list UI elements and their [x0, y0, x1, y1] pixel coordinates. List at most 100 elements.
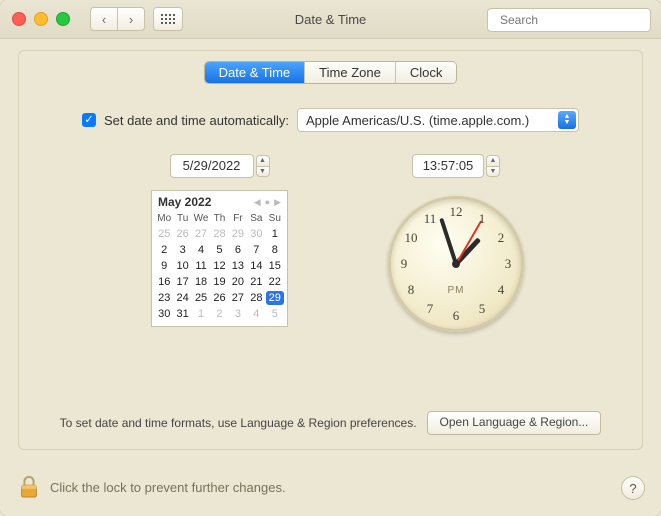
calendar-next-icon[interactable]: ▶	[274, 197, 281, 208]
calendar-day[interactable]: 21	[247, 274, 265, 290]
clock-numeral: 3	[505, 256, 512, 272]
calendar-day[interactable]: 1	[192, 306, 210, 322]
calendar-today-icon[interactable]: ●	[265, 197, 270, 207]
calendar-day-header: Tu	[173, 211, 191, 226]
analog-clock: PM 121234567891011	[388, 196, 524, 332]
calendar[interactable]: May 2022 ◀ ● ▶ MoTuWeThFrSaSu25262728293…	[151, 190, 288, 327]
ntp-server-value: Apple Americas/U.S. (time.apple.com.)	[306, 113, 529, 128]
calendar-day[interactable]: 10	[173, 258, 191, 274]
open-language-region-button[interactable]: Open Language & Region...	[427, 411, 602, 435]
calendar-day[interactable]: 31	[173, 306, 191, 322]
calendar-day[interactable]: 28	[247, 290, 265, 306]
stepper-down-icon[interactable]: ▼	[486, 167, 500, 178]
tab-time-zone[interactable]: Time Zone	[305, 62, 396, 83]
clock-period: PM	[448, 285, 465, 296]
calendar-day-header: Th	[210, 211, 228, 226]
tab-clock[interactable]: Clock	[396, 62, 457, 83]
minimize-icon[interactable]	[34, 12, 48, 26]
calendar-day[interactable]: 6	[229, 242, 247, 258]
ntp-server-dropdown[interactable]: Apple Americas/U.S. (time.apple.com.) ▲▼	[297, 108, 579, 132]
calendar-day-header: Su	[266, 211, 284, 226]
stepper-up-icon[interactable]: ▲	[486, 155, 500, 167]
calendar-day[interactable]: 12	[210, 258, 228, 274]
calendar-day[interactable]: 30	[247, 226, 265, 242]
auto-label: Set date and time automatically:	[104, 113, 289, 128]
stepper-down-icon[interactable]: ▼	[256, 167, 270, 178]
time-stepper: 13:57:05 ▲ ▼	[412, 154, 500, 178]
calendar-day[interactable]: 8	[266, 242, 284, 258]
calendar-day[interactable]: 9	[155, 258, 173, 274]
calendar-day[interactable]: 27	[229, 290, 247, 306]
window-controls	[12, 12, 70, 26]
back-button[interactable]: ‹	[90, 7, 118, 31]
calendar-day[interactable]: 26	[173, 226, 191, 242]
date-stepper-buttons[interactable]: ▲ ▼	[256, 155, 270, 177]
chevron-left-icon: ‹	[102, 12, 106, 27]
grid-icon	[161, 14, 175, 24]
clock-numeral: 11	[424, 211, 437, 227]
calendar-day[interactable]: 2	[155, 242, 173, 258]
time-field[interactable]: 13:57:05	[412, 154, 484, 178]
show-all-button[interactable]	[153, 7, 183, 31]
calendar-day[interactable]: 20	[229, 274, 247, 290]
zoom-icon[interactable]	[56, 12, 70, 26]
tab-date-time[interactable]: Date & Time	[205, 62, 306, 83]
clock-numeral: 1	[479, 211, 486, 227]
calendar-day-header: We	[192, 211, 210, 226]
forward-button[interactable]: ›	[118, 7, 145, 31]
calendar-day[interactable]: 29	[266, 290, 284, 306]
calendar-day[interactable]: 17	[173, 274, 191, 290]
calendar-day[interactable]: 3	[229, 306, 247, 322]
clock-numeral: 6	[453, 308, 460, 324]
nav-buttons: ‹ ›	[90, 7, 145, 31]
clock-numeral: 2	[498, 230, 505, 246]
footer-row: To set date and time formats, use Langua…	[19, 411, 642, 435]
calendar-day[interactable]: 13	[229, 258, 247, 274]
clock-numeral: 4	[498, 282, 505, 298]
calendar-day[interactable]: 5	[210, 242, 228, 258]
calendar-day[interactable]: 23	[155, 290, 173, 306]
clock-numeral: 7	[427, 301, 434, 317]
stepper-up-icon[interactable]: ▲	[256, 155, 270, 167]
calendar-day[interactable]: 19	[210, 274, 228, 290]
date-field[interactable]: 5/29/2022	[170, 154, 254, 178]
calendar-day[interactable]: 18	[192, 274, 210, 290]
calendar-day[interactable]: 14	[247, 258, 265, 274]
help-button[interactable]: ?	[621, 476, 645, 500]
time-stepper-buttons[interactable]: ▲ ▼	[486, 155, 500, 177]
calendar-day[interactable]: 29	[229, 226, 247, 242]
calendar-day[interactable]: 2	[210, 306, 228, 322]
calendar-prev-icon[interactable]: ◀	[254, 197, 261, 208]
auto-checkbox[interactable]: ✓	[82, 113, 96, 127]
footer-hint: To set date and time formats, use Langua…	[60, 416, 417, 430]
main-panel: Date & Time Time Zone Clock ✓ Set date a…	[18, 50, 643, 450]
calendar-day[interactable]: 11	[192, 258, 210, 274]
check-icon: ✓	[84, 115, 93, 126]
calendar-day[interactable]: 28	[210, 226, 228, 242]
clock-numeral: 8	[408, 282, 415, 298]
clock-numeral: 10	[404, 230, 417, 246]
calendar-day[interactable]: 5	[266, 306, 284, 322]
clock-numeral: 12	[450, 204, 463, 220]
calendar-day[interactable]: 3	[173, 242, 191, 258]
close-icon[interactable]	[12, 12, 26, 26]
calendar-day[interactable]: 25	[192, 290, 210, 306]
calendar-day[interactable]: 22	[266, 274, 284, 290]
calendar-day[interactable]: 24	[173, 290, 191, 306]
calendar-day[interactable]: 7	[247, 242, 265, 258]
calendar-day[interactable]: 4	[192, 242, 210, 258]
calendar-day[interactable]: 16	[155, 274, 173, 290]
search-input[interactable]	[498, 12, 657, 28]
preferences-window: ‹ › Date & Time Date & Time Time Zone Cl…	[0, 0, 661, 516]
calendar-day[interactable]: 15	[266, 258, 284, 274]
calendar-day[interactable]: 27	[192, 226, 210, 242]
calendar-day-header: Sa	[247, 211, 265, 226]
calendar-day[interactable]: 30	[155, 306, 173, 322]
calendar-day[interactable]: 1	[266, 226, 284, 242]
calendar-day[interactable]: 4	[247, 306, 265, 322]
calendar-day[interactable]: 26	[210, 290, 228, 306]
calendar-day[interactable]: 25	[155, 226, 173, 242]
search-field[interactable]	[487, 8, 651, 32]
lock-icon[interactable]	[18, 474, 40, 500]
lock-text: Click the lock to prevent further change…	[50, 480, 286, 495]
